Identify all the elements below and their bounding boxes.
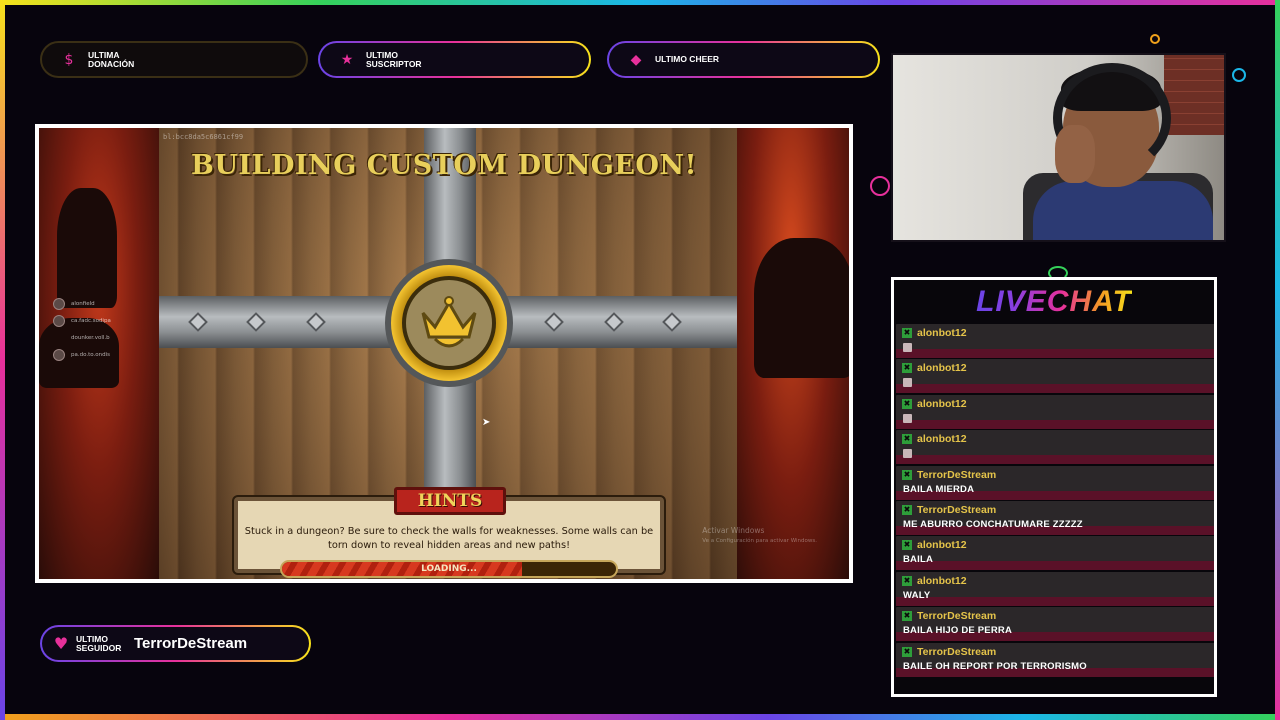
webcam-brick-wall [1164, 55, 1224, 135]
crown-icon [421, 296, 477, 348]
frame-right [1275, 0, 1280, 720]
decor-glow [1150, 34, 1160, 44]
chat-text: BAILA HIJO DE PERRA [903, 625, 1013, 637]
chat-username: TerrorDeStream [917, 610, 997, 623]
chat-message: ✖ TerrorDeStream BAILA MIERDA [896, 465, 1214, 500]
chat-username: alonbot12 [917, 362, 967, 375]
warrior-silhouette [57, 188, 117, 308]
frame-left [0, 0, 5, 720]
player-avatar [53, 314, 65, 327]
live-chat-panel[interactable]: LIVECHAT ✖ alonbot12 ✖ alonbot12 ✖ alonbot1… [891, 277, 1217, 697]
hints-badge: HINTS [394, 487, 506, 515]
moderator-badge-icon: ✖ [902, 363, 912, 374]
windows-activation-title: Activar Windows [702, 526, 765, 535]
heart-icon: ♥ [53, 634, 69, 653]
frame-bottom [0, 714, 1280, 720]
chat-title: LIVECHAT [976, 285, 1132, 318]
moderator-badge-icon: ✖ [902, 611, 912, 622]
chat-message: ✖ TerrorDeStream ME ABURRO CONCHATUMARE Z… [896, 500, 1214, 535]
moderator-badge-icon: ✖ [902, 575, 912, 586]
side-player-list: alonfield ca.fadc.sodipa dounker.voll.b … [53, 295, 111, 363]
chat-username: alonbot12 [917, 433, 967, 446]
mouse-cursor-icon: ➤ [482, 417, 491, 428]
decor-glow [870, 176, 890, 196]
last-donation-label: ULTIMA DONACIÓN [88, 49, 135, 69]
windows-activation-subtitle: Ve a Configuración para activar Windows. [702, 538, 817, 544]
chat-text: ME ABURRO CONCHATUMARE ZZZZZ [903, 518, 1083, 530]
player-avatar [53, 348, 65, 361]
frame-top [0, 0, 1280, 5]
decor-glow [1232, 68, 1246, 82]
last-follower-value: TerrorDeStream [134, 635, 248, 652]
last-subscriber-alert: ★ ULTIMO SUSCRIPTOR [318, 41, 591, 78]
emote-icon [903, 378, 912, 388]
side-player: pa.do.to.ondis [53, 346, 111, 363]
side-player: dounker.voll.b [71, 334, 110, 341]
build-id-text: bl:bcc8da5c6861cf99 [163, 133, 244, 141]
game-capture[interactable]: bl:bcc8da5c6861cf99 alonfield ca.fadc.so… [35, 124, 853, 583]
chat-text: BAILA MIERDA [903, 483, 975, 495]
moderator-badge-icon: ✖ [902, 469, 912, 480]
moderator-badge-icon: ✖ [902, 646, 912, 657]
chat-message: ✖ alonbot12 [896, 359, 1214, 394]
player-avatar [53, 297, 65, 310]
hints-text: Stuck in a dungeon? Be sure to check the… [244, 526, 654, 551]
chat-message: ✖ alonbot12 WALY [896, 571, 1214, 606]
webcam-streamer-body [1033, 181, 1213, 240]
moderator-badge-icon: ✖ [902, 434, 912, 445]
chat-message: ✖ alonbot12 [896, 430, 1214, 465]
chat-message: ✖ alonbot12 [896, 324, 1214, 358]
chat-message: ✖ alonbot12 [896, 394, 1214, 429]
hints-title: HINTS [417, 491, 483, 511]
emote-icon [903, 449, 912, 459]
chat-username: TerrorDeStream [917, 645, 997, 658]
chat-header: LIVECHAT [894, 280, 1214, 324]
loading-bar: LOADING... [280, 560, 618, 578]
chat-message: ✖ alonbot12 BAILA [896, 536, 1214, 571]
chat-username: alonbot12 [917, 574, 967, 587]
dollar-icon: $ [64, 51, 74, 68]
game-loading-title: BUILDING CUSTOM DUNGEON! [191, 150, 697, 181]
emote-icon [903, 413, 912, 423]
loading-text: LOADING... [421, 564, 477, 574]
chat-text: BAILE OH REPORT POR TERRORISMO [903, 660, 1087, 672]
side-player: alonfield [53, 295, 111, 312]
webcam-feed [891, 53, 1226, 242]
chat-text: WALY [903, 589, 931, 601]
chat-message: ✖ TerrorDeStream BAILA HIJO DE PERRA [896, 607, 1214, 642]
side-player: ca.fadc.sodipa [53, 312, 111, 329]
last-follower-alert: ♥ ULTIMO SEGUIDOR TerrorDeStream [40, 625, 311, 662]
chat-username: alonbot12 [917, 327, 967, 339]
chat-message-list[interactable]: ✖ alonbot12 ✖ alonbot12 ✖ alonbot12 ✖ alonbo… [896, 324, 1214, 678]
moderator-badge-icon: ✖ [902, 504, 912, 515]
last-follower-label: ULTIMO SEGUIDOR [76, 633, 122, 653]
chat-username: TerrorDeStream [917, 468, 997, 481]
chat-username: alonbot12 [917, 539, 967, 552]
army-silhouette [754, 238, 849, 378]
webcam-streamer-hand [1055, 125, 1095, 183]
moderator-badge-icon: ✖ [902, 540, 912, 551]
moderator-badge-icon: ✖ [902, 398, 912, 409]
crown-emblem [385, 259, 513, 387]
emote-icon [903, 343, 912, 352]
moderator-badge-icon: ✖ [902, 328, 912, 338]
star-icon: ★ [340, 51, 354, 68]
chat-username: TerrorDeStream [917, 503, 997, 516]
chat-username: alonbot12 [917, 397, 967, 410]
last-subscriber-label: ULTIMO SUSCRIPTOR [366, 49, 422, 69]
last-cheer-alert: ◆ ULTIMO CHEER [607, 41, 880, 78]
last-cheer-label: ULTIMO CHEER [655, 54, 720, 64]
chat-text: BAILA [903, 554, 934, 566]
chat-message: ✖ TerrorDeStream BAILE OH REPORT POR TERR… [896, 642, 1214, 677]
diamond-icon: ◆ [630, 51, 642, 68]
last-donation-alert: $ ULTIMA DONACIÓN [40, 41, 308, 78]
windows-activation-watermark: Activar Windows Ve a Configuración para … [702, 526, 817, 546]
